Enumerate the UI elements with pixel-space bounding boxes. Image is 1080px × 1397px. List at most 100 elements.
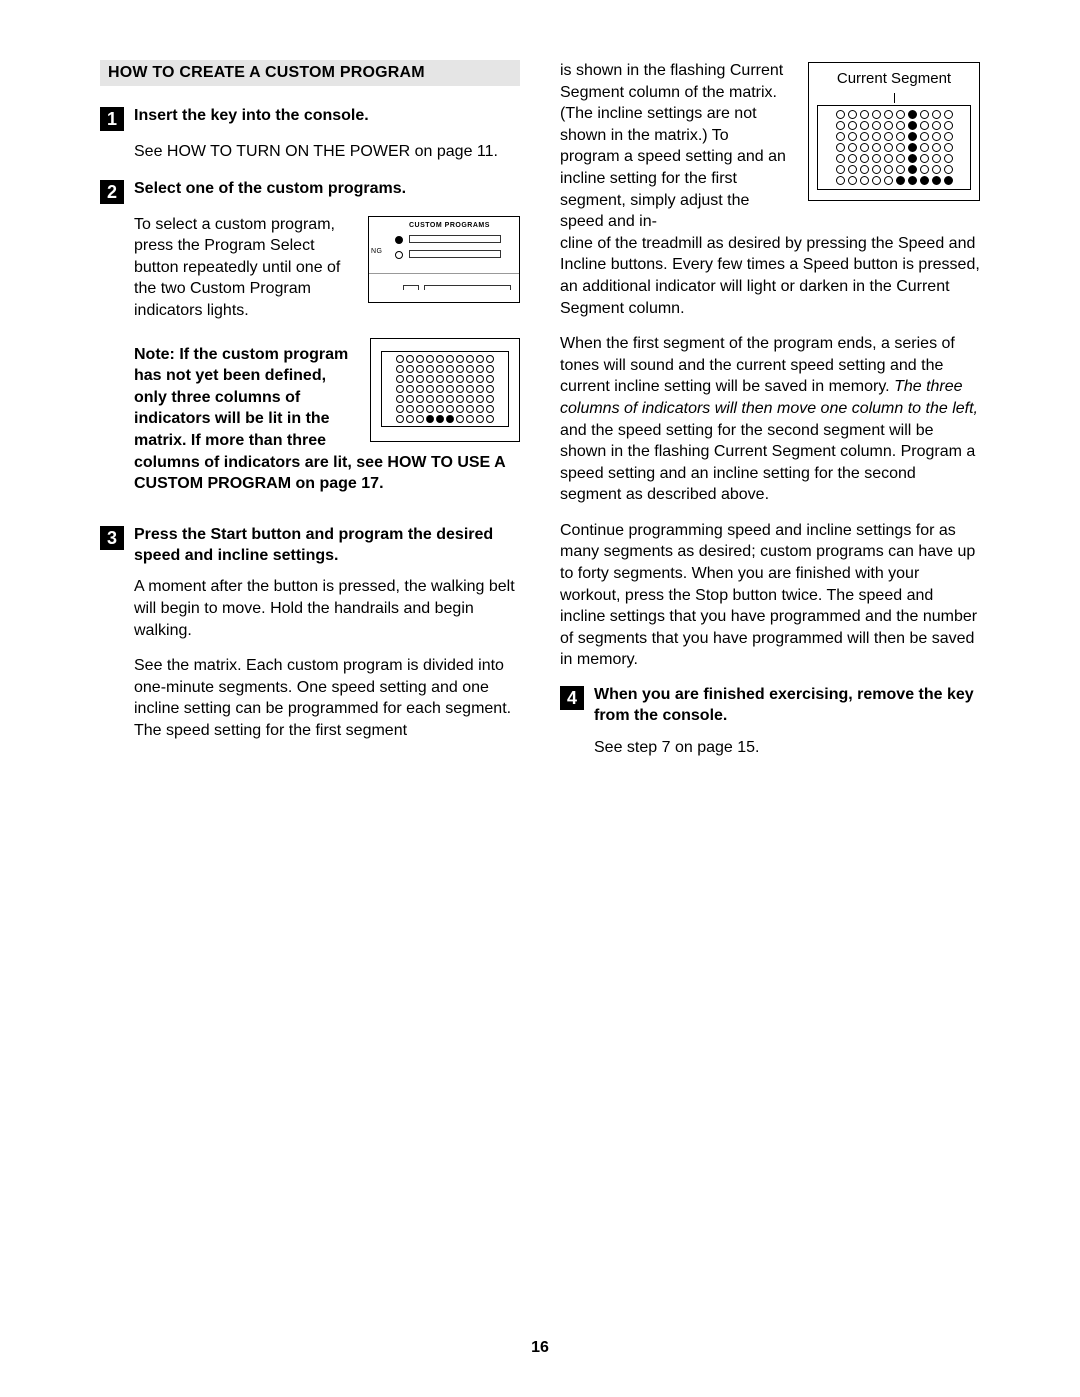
matrix-dot xyxy=(872,143,881,152)
matrix-dot xyxy=(436,375,444,383)
matrix-dot xyxy=(896,132,905,141)
matrix-dot xyxy=(836,165,845,174)
step-number-2: 2 xyxy=(100,180,124,204)
matrix-dot xyxy=(836,121,845,130)
matrix-dot xyxy=(848,110,857,119)
matrix-dot xyxy=(908,176,917,185)
step-4-title: When you are finished exercising, remove… xyxy=(594,685,980,727)
matrix-dot xyxy=(920,165,929,174)
matrix-dot xyxy=(426,355,434,363)
matrix-dot xyxy=(486,355,494,363)
matrix-dot xyxy=(944,110,953,119)
matrix-dot xyxy=(416,355,424,363)
matrix-dot xyxy=(446,365,454,373)
matrix-dot xyxy=(896,154,905,163)
matrix-dot xyxy=(848,121,857,130)
matrix-dot xyxy=(848,176,857,185)
step-1-title: Insert the key into the console. xyxy=(134,106,369,127)
matrix-dot xyxy=(416,375,424,383)
matrix-dot xyxy=(836,110,845,119)
matrix-dot xyxy=(860,154,869,163)
matrix-dot xyxy=(476,415,484,423)
matrix-dot xyxy=(860,132,869,141)
step-3-body-3b: and the speed setting for the second seg… xyxy=(560,422,975,504)
matrix-dot xyxy=(872,176,881,185)
step-number-3: 3 xyxy=(100,526,124,550)
current-segment-pointer xyxy=(894,93,895,103)
matrix-dot xyxy=(908,132,917,141)
matrix-dot xyxy=(476,355,484,363)
matrix-dot xyxy=(396,395,404,403)
matrix-dot xyxy=(860,165,869,174)
matrix-row xyxy=(823,110,965,119)
matrix-dot xyxy=(848,165,857,174)
matrix-dot xyxy=(426,405,434,413)
step-2-title: Select one of the custom programs. xyxy=(134,179,406,200)
matrix-dot xyxy=(944,121,953,130)
step-3-title: Press the Start button and program the d… xyxy=(134,525,520,567)
step-3: 3 Press the Start button and program the… xyxy=(100,525,520,742)
matrix-dot xyxy=(872,165,881,174)
matrix-dot xyxy=(920,121,929,130)
matrix-dot xyxy=(406,375,414,383)
matrix-dot xyxy=(932,165,941,174)
matrix-row xyxy=(386,375,504,383)
matrix-dot xyxy=(396,385,404,393)
matrix-dot xyxy=(486,415,494,423)
matrix-row xyxy=(386,355,504,363)
matrix-dot xyxy=(466,365,474,373)
step-number-4: 4 xyxy=(560,686,584,710)
step-1-body: See HOW TO TURN ON THE POWER on page 11. xyxy=(134,141,520,163)
matrix-row xyxy=(823,143,965,152)
matrix-row xyxy=(386,385,504,393)
step-3-body-2c-prefix: - xyxy=(652,213,657,230)
matrix-dot xyxy=(476,365,484,373)
figure-current-segment: Current Segment xyxy=(808,62,980,201)
matrix-dot xyxy=(406,415,414,423)
matrix-dot xyxy=(426,415,434,423)
matrix-dot xyxy=(884,154,893,163)
matrix-row xyxy=(386,395,504,403)
section-title: HOW TO CREATE A CUSTOM PROGRAM xyxy=(100,60,520,86)
led-indicator-on xyxy=(395,236,403,244)
matrix-dot xyxy=(884,110,893,119)
matrix-dot xyxy=(908,143,917,152)
right-column: Current Segment is shown in the flashing… xyxy=(560,60,980,774)
fig-divider xyxy=(369,273,519,274)
fig-stub-1 xyxy=(403,285,419,290)
matrix-dot xyxy=(466,415,474,423)
matrix-dot xyxy=(396,355,404,363)
matrix-dot xyxy=(884,176,893,185)
matrix-dot xyxy=(836,143,845,152)
matrix-dot xyxy=(406,355,414,363)
matrix-dot xyxy=(932,154,941,163)
matrix-dot xyxy=(932,176,941,185)
matrix-dot xyxy=(908,154,917,163)
matrix-row xyxy=(823,176,965,185)
matrix-dot xyxy=(848,132,857,141)
step-3-body-1: A moment after the button is pressed, th… xyxy=(134,576,520,641)
matrix-dot xyxy=(466,405,474,413)
fig-cprog-header: CUSTOM PROGRAMS xyxy=(409,221,490,230)
matrix-row xyxy=(823,132,965,141)
matrix-dot xyxy=(396,405,404,413)
matrix-dot xyxy=(920,132,929,141)
matrix-dot xyxy=(446,355,454,363)
matrix-row xyxy=(386,405,504,413)
matrix-dot xyxy=(944,132,953,141)
matrix-dot xyxy=(872,110,881,119)
matrix-dot xyxy=(436,355,444,363)
matrix-dot xyxy=(436,365,444,373)
matrix-dot xyxy=(836,132,845,141)
matrix-dot xyxy=(476,375,484,383)
matrix-dot xyxy=(396,375,404,383)
matrix-dot xyxy=(436,405,444,413)
matrix-dot xyxy=(848,154,857,163)
matrix-dot xyxy=(406,405,414,413)
matrix-dot xyxy=(426,365,434,373)
manual-page: HOW TO CREATE A CUSTOM PROGRAM 1 Insert … xyxy=(0,0,1080,1397)
matrix-dot xyxy=(908,121,917,130)
matrix-dot xyxy=(884,132,893,141)
matrix-dot xyxy=(416,415,424,423)
matrix-dot xyxy=(446,395,454,403)
